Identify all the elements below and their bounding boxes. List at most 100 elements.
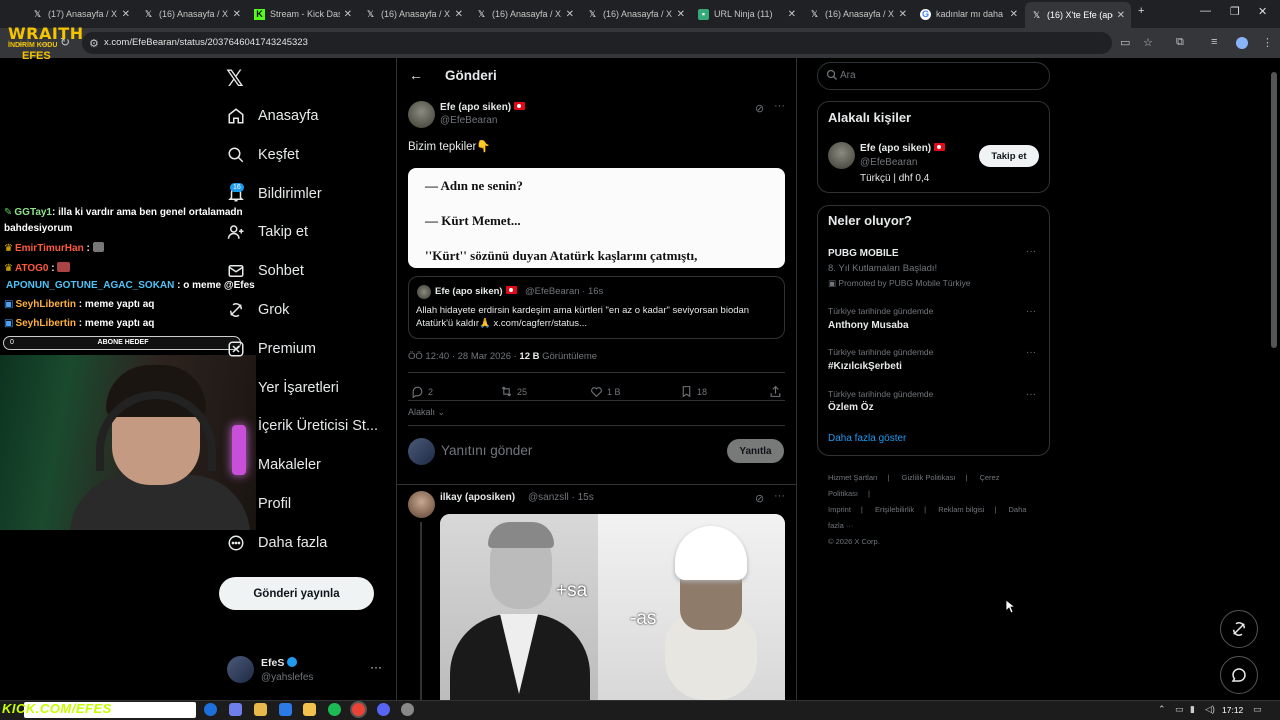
sidebar-item-creator-studio[interactable]: İçerik Üreticisi St... xyxy=(226,412,378,440)
file-explorer-icon[interactable] xyxy=(254,703,267,716)
more-icon[interactable]: ··· xyxy=(1026,306,1036,317)
reply-action[interactable]: 2 xyxy=(411,385,433,398)
browser-tab[interactable]: Gkadınlar mı daha ✕ xyxy=(914,4,1024,24)
close-icon[interactable]: ✕ xyxy=(1010,9,1018,20)
network-icon[interactable]: ▭ xyxy=(1175,704,1184,715)
new-tab-icon[interactable]: + xyxy=(1138,5,1144,17)
tray-chevron-icon[interactable]: ⌃ xyxy=(1158,704,1166,715)
avatar[interactable] xyxy=(227,656,254,683)
trend-promoted-title[interactable]: PUBG MOBILE xyxy=(828,248,899,259)
trend-title[interactable]: Anthony Musaba xyxy=(828,320,909,331)
browser-tab[interactable]: 𝕏 (16) Anasayfa / X ✕ xyxy=(359,4,469,24)
messages-fab-button[interactable] xyxy=(1220,656,1258,694)
bookmark-action[interactable]: 18 xyxy=(680,385,707,398)
reply-input[interactable]: Yanıtını gönder xyxy=(441,443,532,458)
close-icon[interactable]: ✕ xyxy=(122,9,130,20)
sort-replies-dropdown[interactable]: Alakalı ⌄ xyxy=(408,407,445,418)
trend-title[interactable]: Özlem Öz xyxy=(828,402,874,413)
close-icon[interactable]: ✕ xyxy=(566,9,574,20)
footer-link[interactable]: Hizmet Şartları xyxy=(828,473,878,482)
post-button[interactable]: Gönderi yayınla xyxy=(219,577,374,610)
chrome-icon[interactable] xyxy=(352,703,365,716)
browser-tab[interactable]: 𝕏 (17) Anasayfa / X ✕ xyxy=(26,4,136,24)
browser-tab-active[interactable]: 𝕏 (16) X'te Efe (apo ✕ xyxy=(1025,2,1131,28)
person-name[interactable]: Efe (apo siken) xyxy=(860,143,946,154)
grok-icon[interactable]: ⊘ xyxy=(755,102,764,115)
footer-link[interactable]: Gizlilik Politikası xyxy=(902,473,956,482)
close-icon[interactable]: ✕ xyxy=(344,9,352,20)
volume-icon[interactable]: ◁) xyxy=(1205,704,1215,715)
sidebar-item-grok[interactable]: Grok xyxy=(226,296,289,324)
reply-image[interactable]: +sa -as xyxy=(440,514,785,700)
close-icon[interactable]: ✕ xyxy=(1117,10,1125,21)
menu-icon[interactable]: ⋮ xyxy=(1262,36,1273,49)
grok-icon[interactable]: ⊘ xyxy=(755,492,764,505)
browser-tab[interactable]: ▪ URL Ninja (11) ✕ xyxy=(692,4,802,24)
account-more-icon[interactable]: ··· xyxy=(370,660,382,674)
browser-tab[interactable]: 𝕏 (16) Anasayfa / X ✕ xyxy=(470,4,580,24)
repost-action[interactable]: 25 xyxy=(500,385,527,398)
spotify-icon[interactable] xyxy=(328,703,341,716)
reply-author-handle[interactable]: @sanzsll · 15s xyxy=(528,492,594,503)
minimize-icon[interactable]: — xyxy=(1200,5,1211,17)
copilot-icon[interactable] xyxy=(229,703,242,716)
close-icon[interactable]: ✕ xyxy=(233,9,241,20)
sidebar-item-articles[interactable]: Makaleler xyxy=(226,451,321,479)
browser-tab[interactable]: 𝕏 (16) Anasayfa / X ✕ xyxy=(581,4,691,24)
browser-tab[interactable]: 𝕏 (16) Anasayfa / X ✕ xyxy=(137,4,247,24)
maximize-icon[interactable]: ❐ xyxy=(1230,5,1240,18)
close-icon[interactable]: ✕ xyxy=(455,9,463,20)
sidebar-item-bookmarks[interactable]: Yer İşaretleri xyxy=(226,374,339,402)
tweet-author-handle[interactable]: @EfeBearan xyxy=(440,115,497,126)
sidebar-item-chat[interactable]: Sohbet xyxy=(226,257,304,285)
back-arrow-icon[interactable]: ← xyxy=(409,67,423,83)
close-icon[interactable]: ✕ xyxy=(677,9,685,20)
browser-tab[interactable]: K Stream - Kick Das ✕ xyxy=(248,4,358,24)
more-icon[interactable]: ··· xyxy=(774,490,785,502)
sidebar-item-follow[interactable]: Takip et xyxy=(226,218,308,246)
sidebar-item-explore[interactable]: Keşfet xyxy=(226,141,299,169)
sidebar-item-premium[interactable]: Premium xyxy=(226,335,316,363)
footer-link[interactable]: Reklam bilgisi xyxy=(938,505,984,514)
footer-link[interactable]: Daha fazla ··· xyxy=(828,505,1026,530)
share-action[interactable] xyxy=(769,385,786,398)
browser-tab[interactable]: 𝕏 (16) Anasayfa / X ✕ xyxy=(803,4,913,24)
avatar[interactable] xyxy=(408,101,435,128)
scrollbar[interactable] xyxy=(1271,72,1277,348)
more-icon[interactable]: ··· xyxy=(1026,347,1036,358)
x-logo-icon[interactable]: 𝕏 xyxy=(226,66,244,92)
edge-icon[interactable] xyxy=(204,703,217,716)
bookmark-star-icon[interactable]: ☆ xyxy=(1143,36,1153,49)
sidebar-item-home[interactable]: Anasayfa xyxy=(226,102,318,130)
microphone-icon[interactable]: ▮ xyxy=(1190,704,1195,715)
grok-fab-button[interactable] xyxy=(1220,610,1258,648)
cast-icon[interactable]: ▭ xyxy=(1120,36,1130,49)
like-action[interactable]: 1 B xyxy=(590,385,621,398)
tweet-image[interactable]: — Adın ne senin? — Kürt Memet... ''Kürt'… xyxy=(408,168,785,268)
footer-link[interactable]: Imprint xyxy=(828,505,851,514)
site-info-icon[interactable]: ⚙ xyxy=(89,37,99,50)
avatar[interactable] xyxy=(828,142,855,169)
notifications-icon[interactable]: ▭ xyxy=(1253,704,1262,715)
media-icon[interactable]: ≡ xyxy=(1211,36,1217,48)
folder-icon[interactable] xyxy=(303,703,316,716)
tweet-author-name[interactable]: Efe (apo siken) xyxy=(440,102,526,113)
show-more-link[interactable]: Daha fazla göster xyxy=(828,433,906,444)
reply-author-name[interactable]: ilkay (aposiken) xyxy=(440,492,515,503)
more-icon[interactable]: ··· xyxy=(1026,389,1036,400)
more-icon[interactable]: ··· xyxy=(774,100,785,112)
extensions-icon[interactable]: ⧉ xyxy=(1176,36,1184,49)
close-icon[interactable]: ✕ xyxy=(788,9,796,20)
settings-icon[interactable] xyxy=(401,703,414,716)
window-close-icon[interactable]: ✕ xyxy=(1258,5,1267,18)
footer-link[interactable]: Erişilebilirlik xyxy=(875,505,914,514)
close-icon[interactable]: ✕ xyxy=(899,9,907,20)
account-name[interactable]: EfeS xyxy=(261,657,298,669)
follow-button[interactable]: Takip et xyxy=(979,145,1039,167)
discord-icon[interactable] xyxy=(377,703,390,716)
sidebar-item-more[interactable]: Daha fazla xyxy=(226,529,327,557)
person-handle[interactable]: @EfeBearan xyxy=(860,157,917,168)
trend-title[interactable]: #KızılcıkŞerbeti xyxy=(828,361,902,372)
avatar[interactable] xyxy=(408,491,435,518)
taskbar-clock[interactable]: 17:12 xyxy=(1222,705,1243,715)
